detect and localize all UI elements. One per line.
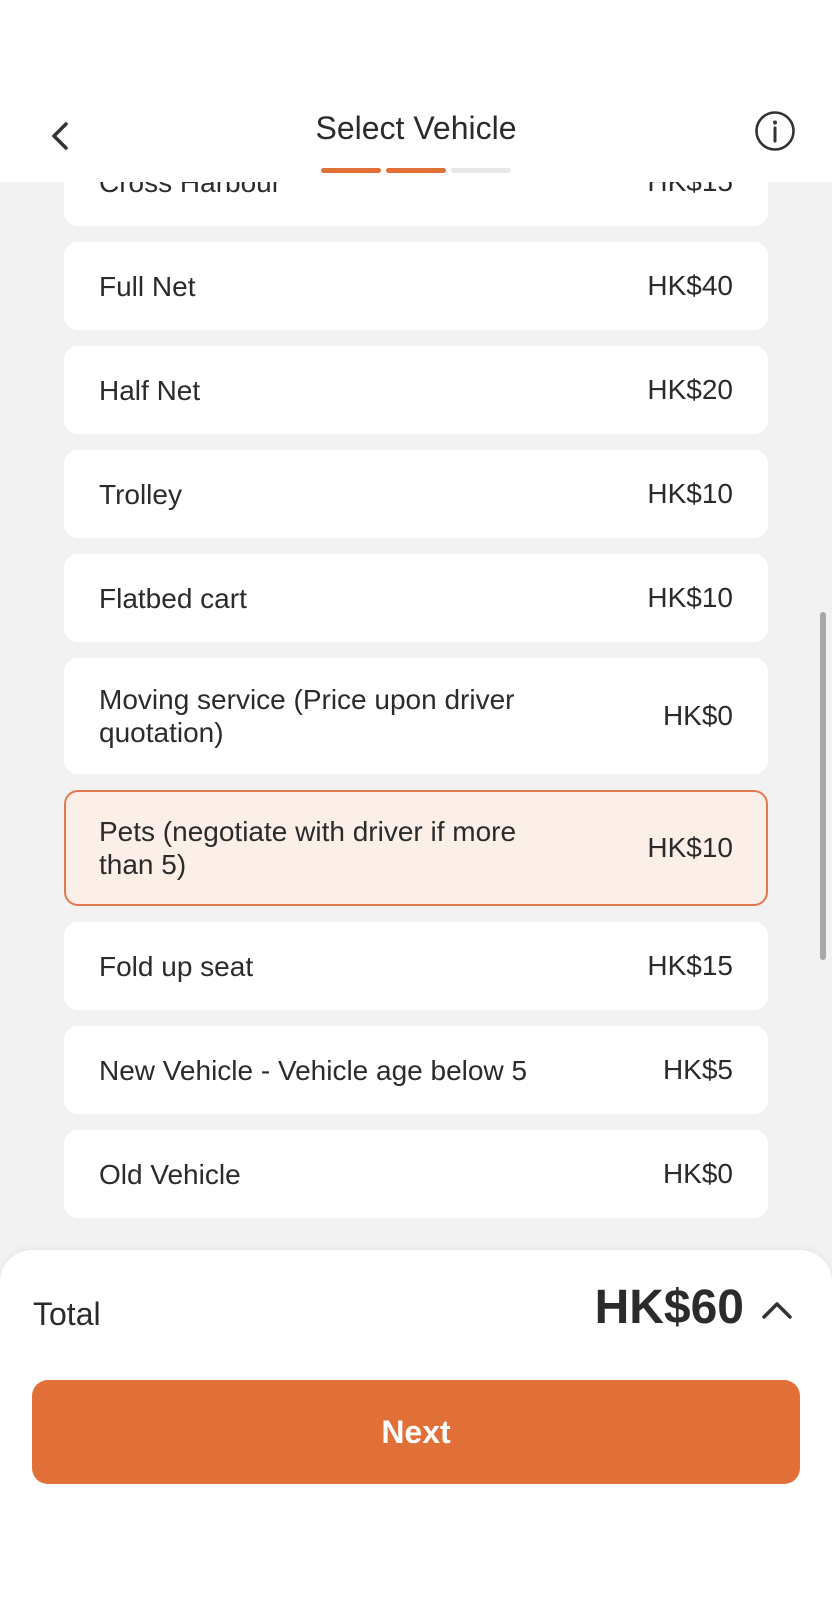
total-label: Total: [33, 1296, 101, 1332]
option-price: HK$40: [647, 270, 733, 301]
scrollbar[interactable]: [820, 612, 826, 960]
option-label: Half Net: [99, 374, 201, 406]
step-progress: [321, 168, 511, 173]
chevron-up-icon: [760, 1299, 794, 1326]
option-half-net[interactable]: Half Net HK$20: [64, 346, 768, 434]
step-indicator: [386, 168, 446, 173]
total-sheet: Total HK$60 Next: [0, 1250, 832, 1604]
option-flatbed-cart[interactable]: Flatbed cart HK$10: [64, 554, 768, 642]
option-moving-service[interactable]: Moving service (Price upon driver quotat…: [64, 658, 768, 774]
option-label: Fold up seat: [99, 950, 254, 982]
option-fold-up-seat[interactable]: Fold up seat HK$15: [64, 922, 768, 1010]
option-label: Flatbed cart: [99, 582, 247, 614]
option-new-vehicle[interactable]: New Vehicle - Vehicle age below 5 HK$5: [64, 1026, 768, 1114]
option-label: Full Net: [99, 270, 196, 302]
vehicle-option-list: Cross Harbour HK$15 Full Net HK$40 Half …: [64, 138, 768, 1234]
option-price: HK$10: [647, 582, 733, 613]
option-price: HK$0: [662, 700, 733, 731]
option-label: Pets (negotiate with driver if more than…: [99, 816, 517, 880]
option-price: HK$0: [662, 1158, 733, 1189]
option-label: Old Vehicle: [99, 1158, 241, 1190]
option-label: Trolley: [99, 478, 182, 510]
option-trolley[interactable]: Trolley HK$10: [64, 450, 768, 538]
option-price: HK$15: [647, 950, 733, 981]
next-button[interactable]: Next: [32, 1380, 800, 1484]
option-pets[interactable]: Pets (negotiate with driver if more than…: [64, 790, 768, 906]
step-indicator: [451, 168, 511, 173]
step-indicator: [321, 168, 381, 173]
info-button[interactable]: [754, 110, 796, 157]
page-title: Select Vehicle: [315, 110, 517, 146]
option-price: HK$10: [647, 832, 733, 863]
option-full-net[interactable]: Full Net HK$40: [64, 242, 768, 330]
option-price: HK$20: [647, 374, 733, 405]
option-price: HK$5: [662, 1054, 733, 1085]
option-price: HK$10: [647, 478, 733, 509]
total-amount: HK$60: [594, 1281, 744, 1334]
option-old-vehicle[interactable]: Old Vehicle HK$0: [64, 1130, 768, 1218]
expand-total-button[interactable]: [756, 1292, 798, 1332]
option-label: Moving service (Price upon driver quotat…: [99, 684, 515, 748]
info-icon: [754, 110, 796, 157]
option-label: New Vehicle - Vehicle age below 5: [99, 1054, 528, 1086]
header: Select Vehicle: [0, 0, 832, 182]
